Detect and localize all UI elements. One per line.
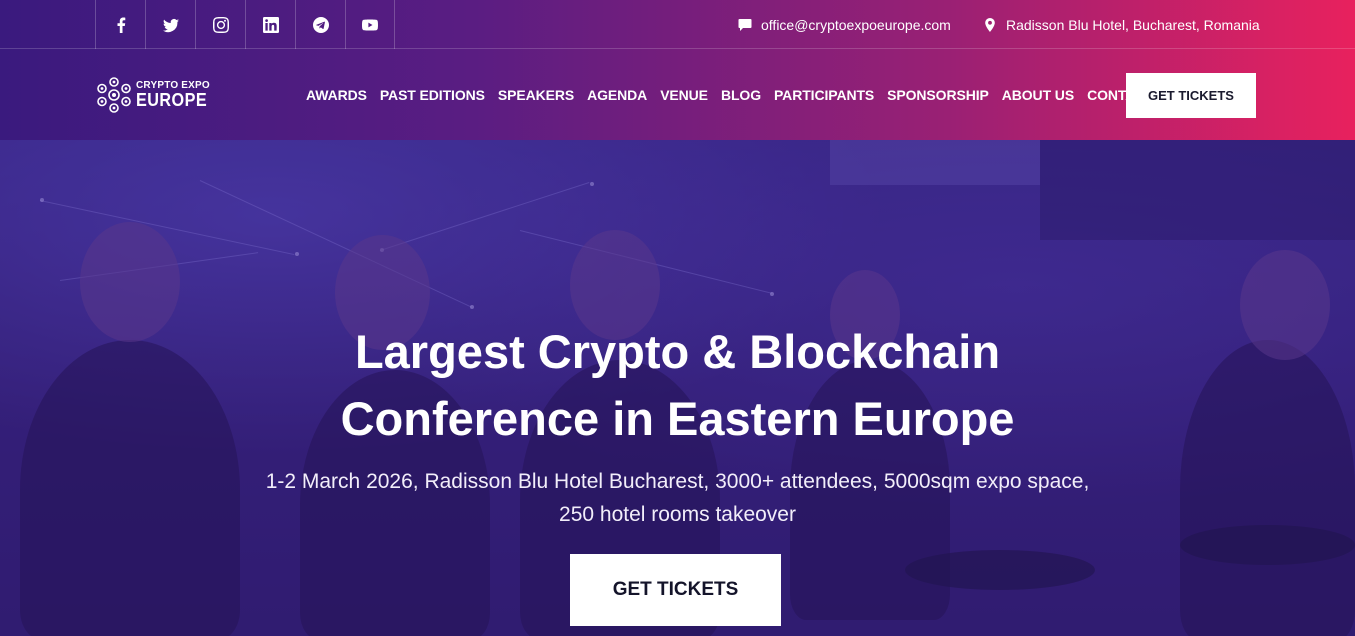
hero-subtitle: 1-2 March 2026, Radisson Blu Hotel Bucha… bbox=[0, 465, 1355, 531]
top-bar: office@cryptoexpoeurope.com Radisson Blu… bbox=[0, 0, 1355, 49]
hero-title-line1: Largest Crypto & Blockchain bbox=[354, 325, 1001, 378]
get-tickets-header-button[interactable]: GET TICKETS bbox=[1126, 73, 1256, 118]
hero-section: Largest Crypto & Blockchain Conference i… bbox=[0, 140, 1355, 636]
nav-item-past-editions[interactable]: PAST EDITIONS bbox=[380, 87, 485, 103]
nav-item-blog[interactable]: BLOG bbox=[721, 87, 761, 103]
nav-item-participants[interactable]: PARTICIPANTS bbox=[774, 87, 874, 103]
facebook-link[interactable] bbox=[95, 0, 145, 49]
linkedin-icon bbox=[262, 16, 279, 33]
map-pin-icon bbox=[983, 17, 997, 32]
twitter-link[interactable] bbox=[145, 0, 195, 49]
logo-mark-icon bbox=[97, 77, 131, 113]
site-header: office@cryptoexpoeurope.com Radisson Blu… bbox=[0, 0, 1355, 140]
hero-content: Largest Crypto & Blockchain Conference i… bbox=[0, 140, 1355, 636]
youtube-link[interactable] bbox=[345, 0, 395, 49]
site-logo[interactable]: CRYPTO EXPO EUROPE bbox=[96, 76, 215, 114]
facebook-icon bbox=[117, 17, 125, 33]
linkedin-link[interactable] bbox=[245, 0, 295, 49]
main-nav-bar: CRYPTO EXPO EUROPE AWARDS PAST EDITIONS … bbox=[0, 50, 1355, 140]
location-text: Radisson Blu Hotel, Bucharest, Romania bbox=[1006, 16, 1260, 33]
nav-item-sponsorship[interactable]: SPONSORSHIP bbox=[887, 87, 989, 103]
nav-item-agenda[interactable]: AGENDA bbox=[587, 87, 647, 103]
hero-subtitle-line2: 250 hotel rooms takeover bbox=[559, 503, 796, 526]
logo-line2: EUROPE bbox=[136, 90, 208, 110]
instagram-icon bbox=[212, 16, 229, 33]
youtube-icon bbox=[362, 19, 378, 30]
social-links bbox=[95, 0, 395, 49]
hero-subtitle-line1: 1-2 March 2026, Radisson Blu Hotel Bucha… bbox=[265, 470, 1090, 493]
hero-title: Largest Crypto & Blockchain Conference i… bbox=[0, 318, 1355, 452]
get-tickets-hero-button[interactable]: GET TICKETS bbox=[570, 554, 781, 626]
instagram-link[interactable] bbox=[195, 0, 245, 49]
hero-title-line2: Conference in Eastern Europe bbox=[340, 392, 1015, 445]
chat-icon bbox=[738, 18, 752, 32]
nav-item-venue[interactable]: VENUE bbox=[660, 87, 708, 103]
twitter-icon bbox=[162, 18, 179, 32]
primary-nav: AWARDS PAST EDITIONS SPEAKERS AGENDA VEN… bbox=[306, 50, 1154, 140]
contact-email[interactable]: office@cryptoexpoeurope.com bbox=[738, 0, 951, 49]
nav-item-speakers[interactable]: SPEAKERS bbox=[498, 87, 574, 103]
email-text: office@cryptoexpoeurope.com bbox=[761, 16, 951, 33]
telegram-icon bbox=[312, 16, 329, 33]
nav-item-about-us[interactable]: ABOUT US bbox=[1002, 87, 1074, 103]
nav-item-awards[interactable]: AWARDS bbox=[306, 87, 367, 103]
telegram-link[interactable] bbox=[295, 0, 345, 49]
contact-location[interactable]: Radisson Blu Hotel, Bucharest, Romania bbox=[983, 0, 1260, 49]
